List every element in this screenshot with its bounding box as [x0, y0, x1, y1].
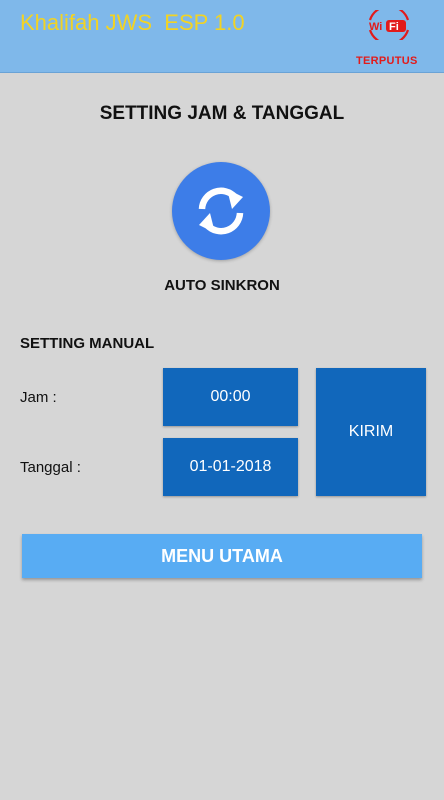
- date-picker-button[interactable]: 01-01-2018: [163, 438, 298, 496]
- app-header: Khalifah JWS ESP 1.0 Wi Fi TERPUTUS: [0, 0, 444, 73]
- section-title: SETTING JAM & TANGGAL: [99, 103, 345, 124]
- send-button[interactable]: KIRIM: [316, 368, 426, 496]
- svg-text:Wi: Wi: [369, 21, 382, 33]
- manual-setting-title: SETTING MANUAL: [20, 335, 155, 352]
- wifi-status-label: TERPUTUS: [356, 55, 418, 67]
- auto-sync-label: AUTO SINKRON: [164, 277, 280, 294]
- sync-icon: [198, 187, 244, 235]
- svg-text:Fi: Fi: [389, 21, 399, 33]
- app-title: Khalifah JWS ESP 1.0: [20, 10, 245, 35]
- auto-sync-button[interactable]: [172, 162, 270, 260]
- main-menu-button[interactable]: MENU UTAMA: [22, 534, 422, 578]
- date-label: Tanggal :: [20, 459, 81, 476]
- time-label: Jam :: [20, 389, 57, 406]
- wifi-icon: Wi Fi: [368, 10, 410, 40]
- time-picker-button[interactable]: 00:00: [163, 368, 298, 426]
